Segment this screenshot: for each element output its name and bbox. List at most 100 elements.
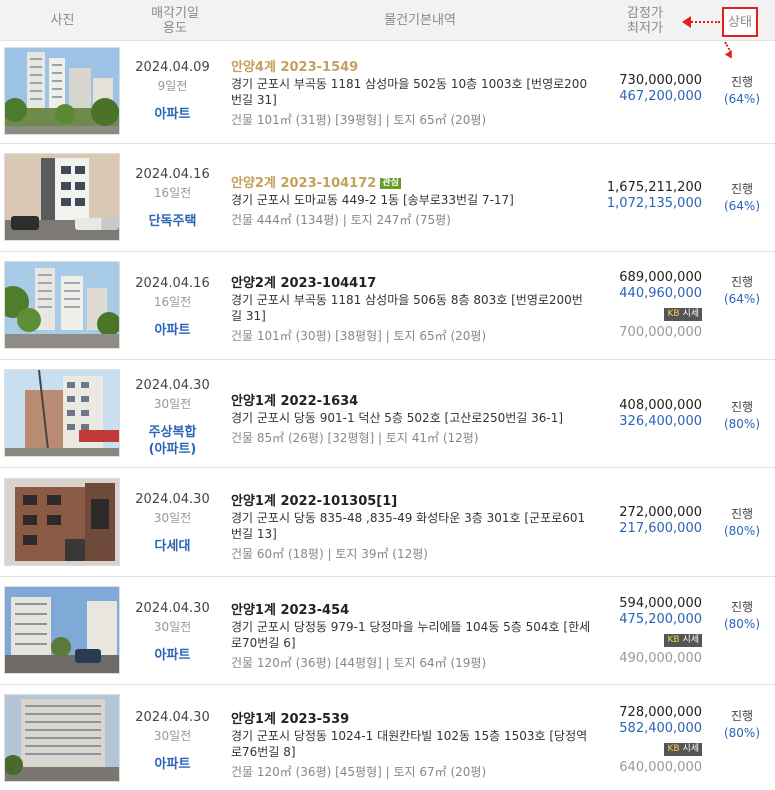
header-price[interactable]: 감정가 최저가 [595,0,695,41]
property-info: 안양1계 2022-101305[1] 경기 군포시 당동 835-48 ,83… [231,490,591,562]
date-column: 2024.04.30 30일전 아파트 [125,710,220,773]
header-photo: 사진 [50,13,75,28]
table-row[interactable]: 2024.04.30 30일전 다세대 안양1계 2022-101305[1] … [0,468,775,577]
table-row[interactable]: 2024.04.30 30일전 아파트 안양1계 2023-454 경기 군포시… [0,577,775,685]
table-row[interactable]: 2024.04.16 16일전 아파트 안양2계 2023-104417 경기 … [0,252,775,360]
sale-date: 2024.04.09 [135,60,210,75]
status-column: 진행 (80%) [712,505,772,538]
usage-type: 아파트 [154,757,191,772]
days-ago: 16일전 [153,295,192,309]
property-info: 안양2계 2023-104417 경기 군포시 부곡동 1181 삼성마을 50… [231,272,591,344]
date-column: 2024.04.30 30일전 아파트 [125,601,220,664]
property-address: 경기 군포시 부곡동 1181 삼성마을 506동 8층 803호 [번영로20… [231,293,583,323]
status-percent: (80%) [723,524,761,538]
property-info: 안양1계 2023-454 경기 군포시 당정동 979-1 당정마을 누리에뜰… [231,599,591,671]
sale-date: 2024.04.30 [135,492,210,507]
table-row[interactable]: 2024.04.09 9일전 아파트 안양4계 2023-1549 경기 군포시… [0,41,775,144]
header-date[interactable]: 매각기일 [151,6,199,21]
property-photo[interactable] [4,478,120,566]
appraisal-price: 730,000,000 [619,73,702,88]
status-text: 진행 [730,275,754,289]
case-number-link[interactable]: 안양1계 2022-1634 [231,390,591,409]
kb-market-price: 700,000,000 [619,325,702,340]
usage-type: 아파트 [154,323,191,338]
case-number-link[interactable]: 안양1계 2023-539 [231,708,591,727]
days-ago: 9일전 [157,79,188,93]
minimum-price: 217,600,000 [619,521,702,536]
price-column: 730,000,000 467,200,000 [594,73,702,104]
house-photo-icon [5,154,119,240]
sale-date: 2024.04.16 [135,276,210,291]
apartment-photo-icon [5,695,119,781]
appraisal-price: 272,000,000 [619,505,702,520]
price-column: 408,000,000 326,400,000 [594,398,702,429]
usage-type: 단독주택 [148,214,197,229]
table-row[interactable]: 2024.04.30 30일전 주상복합 (아파트) 안양1계 2022-1634… [0,360,775,468]
case-number-link[interactable]: 안양2계 2023-104172 관심 [231,172,591,191]
building-photo-icon [5,370,119,456]
minimum-price: 440,960,000 [619,286,702,301]
price-column: 689,000,000 440,960,000 KB 시세 700,000,00… [594,270,702,340]
status-text: 진행 [730,75,754,89]
header-status[interactable]: 상태 [722,7,758,37]
property-info: 안양1계 2022-1634 경기 군포시 당동 901-1 덕산 5층 502… [231,390,591,446]
property-address: 경기 군포시 도마교동 449-2 1동 [송부로33번길 7-17] [231,193,514,207]
status-text: 진행 [730,709,754,723]
status-percent: (80%) [723,726,761,740]
usage-type: 다세대 [154,539,191,554]
case-number-link[interactable]: 안양2계 2023-104417 [231,272,591,291]
case-number-link[interactable]: 안양1계 2022-101305[1] [231,490,591,509]
case-number-link[interactable]: 안양1계 2023-454 [231,599,591,618]
minimum-price: 582,400,000 [619,721,702,736]
header-appraisal[interactable]: 감정가 [627,6,663,21]
kb-price-badge[interactable]: KB 시세 [664,634,702,647]
price-column: 594,000,000 475,200,000 KB 시세 490,000,00… [594,596,702,666]
status-percent: (64%) [723,292,761,306]
property-photo[interactable] [4,369,120,457]
property-address: 경기 군포시 당정동 979-1 당정마을 누리에뜰 104동 5층 504호 … [231,620,591,650]
header-minimum[interactable]: 최저가 [627,21,663,36]
interest-badge: 관심 [380,178,401,189]
days-ago: 30일전 [153,511,192,525]
status-percent: (80%) [723,417,761,431]
table-row[interactable]: 2024.04.16 16일전 단독주택 안양2계 2023-104172 관심 … [0,144,775,252]
minimum-price: 326,400,000 [619,414,702,429]
property-photo[interactable] [4,586,120,674]
status-percent: (64%) [723,199,761,213]
header-info: 물건기본내역 [384,13,456,28]
status-text: 진행 [730,182,754,196]
status-text: 진행 [730,400,754,414]
minimum-price: 475,200,000 [619,612,702,627]
property-area: 건물 120㎡ (36평) [45평형] | 토지 67㎡ (20평) [231,765,487,779]
status-column: 진행 (64%) [712,273,772,306]
minimum-price: 467,200,000 [619,89,702,104]
appraisal-price: 689,000,000 [619,270,702,285]
price-column: 272,000,000 217,600,000 [594,505,702,536]
property-area: 건물 101㎡ (30평) [38평형] | 토지 65㎡ (20평) [231,329,487,343]
status-column: 진행 (80%) [712,707,772,740]
property-photo[interactable] [4,47,120,135]
property-area: 건물 85㎡ (26평) [32평형] | 토지 41㎡ (12평) [231,431,479,445]
case-number-link[interactable]: 안양4계 2023-1549 [231,56,591,75]
kb-price-badge[interactable]: KB 시세 [664,308,702,321]
property-photo[interactable] [4,694,120,782]
usage-type: 아파트 [154,648,191,663]
days-ago: 30일전 [153,620,192,634]
kb-price-badge[interactable]: KB 시세 [664,743,702,756]
property-address: 경기 군포시 당동 835-48 ,835-49 화성타운 3층 301호 [군… [231,511,586,541]
apartment-photo-icon [5,587,119,673]
status-text: 진행 [730,507,754,521]
property-address: 경기 군포시 당동 901-1 덕산 5층 502호 [고산로250번길 36-… [231,411,564,425]
table-header: 사진 매각기일 용도 물건기본내역 감정가 최저가 [0,0,775,41]
property-info: 안양1계 2023-539 경기 군포시 당정동 1024-1 대원칸타빌 10… [231,708,591,780]
usage-type: 주상복합 (아파트) [148,425,197,457]
property-photo[interactable] [4,261,120,349]
property-area: 건물 60㎡ (18평) | 토지 39㎡ (12평) [231,547,428,561]
appraisal-price: 408,000,000 [619,398,702,413]
date-column: 2024.04.30 30일전 다세대 [125,492,220,555]
header-usage[interactable]: 용도 [163,21,187,36]
property-address: 경기 군포시 당정동 1024-1 대원칸타빌 102동 15층 1503호 [… [231,729,588,759]
table-row[interactable]: 2024.04.30 30일전 아파트 안양1계 2023-539 경기 군포시… [0,685,775,790]
property-photo[interactable] [4,153,120,241]
header-date-usage[interactable]: 매각기일 용도 [125,0,225,41]
